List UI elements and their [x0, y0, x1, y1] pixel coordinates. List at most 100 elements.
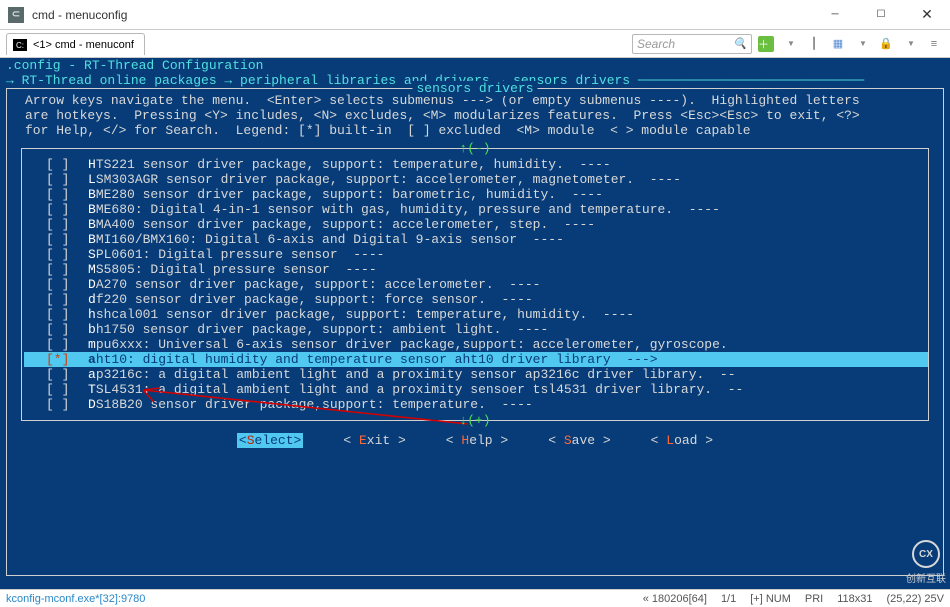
menu-checkbox[interactable]: [ ]	[46, 262, 88, 277]
menu-hotkey: S	[88, 247, 96, 262]
menu-hotkey: H	[88, 157, 96, 172]
menu-label: MA400 sensor driver package, support: ac…	[96, 217, 595, 232]
status-cursor: (25,22) 25V	[887, 593, 944, 605]
help-text: Arrow keys navigate the menu. <Enter> se…	[7, 89, 943, 144]
menu-label: p3216c: a digital ambient light and a pr…	[96, 367, 736, 382]
menu-label: TS221 sensor driver package, support: te…	[96, 157, 611, 172]
menu-hotkey: d	[88, 292, 96, 307]
menu-checkbox[interactable]: [ ]	[46, 397, 88, 412]
scroll-up-indicator: ↑(-)	[459, 141, 490, 156]
lock-button[interactable]: 🔒	[876, 34, 896, 54]
menu-item-1[interactable]: [ ] LSM303AGR sensor driver package, sup…	[46, 172, 924, 187]
select-button[interactable]: <Select>	[237, 433, 303, 448]
menu-checkbox[interactable]: [ ]	[46, 277, 88, 292]
menu-item-4[interactable]: [ ] BMA400 sensor driver package, suppor…	[46, 217, 924, 232]
menu-label: h1750 sensor driver package, support: am…	[96, 322, 548, 337]
search-icon: 🔍	[733, 37, 747, 50]
menu-label: f220 sensor driver package, support: for…	[96, 292, 533, 307]
layout-dropdown[interactable]: ▼	[852, 34, 872, 54]
terminal: .config - RT-Thread Configuration → RT-T…	[0, 58, 950, 589]
menu-frame: ↑(-) [ ] HTS221 sensor driver package, s…	[21, 148, 929, 421]
menu-hotkey: a	[88, 352, 96, 367]
menu-item-9[interactable]: [ ] df220 sensor driver package, support…	[46, 292, 924, 307]
menu-checkbox[interactable]: [ ]	[46, 172, 88, 187]
menu-label: MI160/BMX160: Digital 6-axis and Digital…	[96, 232, 564, 247]
menu-item-0[interactable]: [ ] HTS221 sensor driver package, suppor…	[46, 157, 924, 172]
lock-dropdown[interactable]: ▼	[900, 34, 920, 54]
menu-checkbox[interactable]: [ ]	[46, 382, 88, 397]
scroll-down-indicator: ↓(+)	[459, 413, 490, 428]
exit-button[interactable]: < Exit >	[343, 433, 405, 448]
maximize-button[interactable]: ☐	[858, 0, 904, 29]
new-tab-dropdown[interactable]: ▼	[780, 34, 800, 54]
menu-label: shcal001 sensor driver package, support:…	[96, 307, 634, 322]
menu-checkbox[interactable]: [*]	[46, 352, 88, 367]
window-titlebar: ⊂ cmd - menuconfig ─ ☐ ✕	[0, 0, 950, 30]
minimize-button[interactable]: ─	[812, 0, 858, 29]
menu-item-10[interactable]: [ ] hshcal001 sensor driver package, sup…	[46, 307, 924, 322]
menu-checkbox[interactable]: [ ]	[46, 337, 88, 352]
button-row: <Select> < Exit > < Help > < Save > < Lo…	[7, 427, 943, 456]
status-bar: kconfig-mconf.exe*[32]:9780 « 180206[64]…	[0, 589, 950, 607]
help-button[interactable]: < Help >	[446, 433, 508, 448]
status-caps: [+] NUM	[750, 593, 791, 605]
menu-hotkey: b	[88, 322, 96, 337]
menu-checkbox[interactable]: [ ]	[46, 217, 88, 232]
new-tab-button[interactable]: ＋	[756, 34, 776, 54]
menu-item-2[interactable]: [ ] BME280 sensor driver package, suppor…	[46, 187, 924, 202]
window-controls: ─ ☐ ✕	[812, 0, 950, 29]
menu-checkbox[interactable]: [ ]	[46, 232, 88, 247]
menu-checkbox[interactable]: [ ]	[46, 247, 88, 262]
search-input[interactable]: Search 🔍	[632, 34, 752, 54]
menu-label: PL0601: Digital pressure sensor ----	[96, 247, 385, 262]
menu-checkbox[interactable]: [ ]	[46, 157, 88, 172]
cmd-icon: C:	[13, 39, 27, 51]
menu-item-12[interactable]: [ ] mpu6xxx: Universal 6-axis sensor dri…	[46, 337, 924, 352]
menu-list[interactable]: [ ] HTS221 sensor driver package, suppor…	[26, 153, 924, 416]
menu-hotkey: T	[88, 382, 96, 397]
menu-item-8[interactable]: [ ] DA270 sensor driver package, support…	[46, 277, 924, 292]
menu-button[interactable]: ≡	[924, 34, 944, 54]
status-position: 1/1	[721, 593, 736, 605]
menu-checkbox[interactable]: [ ]	[46, 292, 88, 307]
menu-item-7[interactable]: [ ] MS5805: Digital pressure sensor ----	[46, 262, 924, 277]
menu-hotkey: B	[88, 232, 96, 247]
config-header: .config - RT-Thread Configuration	[0, 58, 950, 73]
menu-item-3[interactable]: [ ] BME680: Digital 4-in-1 sensor with g…	[46, 202, 924, 217]
menu-label: S5805: Digital pressure sensor ----	[96, 262, 377, 277]
menu-label: SM303AGR sensor driver package, support:…	[96, 172, 681, 187]
menu-item-14[interactable]: [ ] ap3216c: a digital ambient light and…	[46, 367, 924, 382]
menu-checkbox[interactable]: [ ]	[46, 322, 88, 337]
menu-checkbox[interactable]: [ ]	[46, 307, 88, 322]
menu-label: SL4531: a digital ambient light and a pr…	[96, 382, 744, 397]
menu-hotkey: h	[88, 307, 96, 322]
menu-checkbox[interactable]: [ ]	[46, 367, 88, 382]
menu-checkbox[interactable]: [ ]	[46, 187, 88, 202]
menu-hotkey: a	[88, 367, 96, 382]
menu-item-5[interactable]: [ ] BMI160/BMX160: Digital 6-axis and Di…	[46, 232, 924, 247]
tab-cmd[interactable]: C: <1> cmd - menuconf	[6, 33, 145, 55]
menu-item-15[interactable]: [ ] TSL4531: a digital ambient light and…	[46, 382, 924, 397]
menu-item-16[interactable]: [ ] DS18B20 sensor driver package,suppor…	[46, 397, 924, 412]
layout-button[interactable]: ▦	[828, 34, 848, 54]
menu-hotkey: D	[88, 277, 96, 292]
menu-label: A270 sensor driver package, support: acc…	[96, 277, 541, 292]
save-button[interactable]: < Save >	[548, 433, 610, 448]
menu-label: ME280 sensor driver package, support: ba…	[96, 187, 603, 202]
close-button[interactable]: ✕	[904, 0, 950, 29]
menu-hotkey: D	[88, 397, 96, 412]
window-title: cmd - menuconfig	[32, 8, 812, 22]
menu-label: pu6xxx: Universal 6-axis sensor driver p…	[96, 337, 728, 352]
load-button[interactable]: < Load >	[651, 433, 713, 448]
status-pri: PRI	[805, 593, 823, 605]
menu-label: ME680: Digital 4-in-1 sensor with gas, h…	[96, 202, 720, 217]
menu-hotkey: B	[88, 202, 96, 217]
tab-bar: C: <1> cmd - menuconf Search 🔍 ＋ ▼ ┃ ▦ ▼…	[0, 30, 950, 58]
menu-item-6[interactable]: [ ] SPL0601: Digital pressure sensor ---…	[46, 247, 924, 262]
menu-hotkey: m	[88, 337, 96, 352]
menu-hotkey: B	[88, 187, 96, 202]
app-icon: ⊂	[8, 7, 24, 23]
menu-item-13[interactable]: [*] aht10: digital humidity and temperat…	[24, 352, 928, 367]
menu-checkbox[interactable]: [ ]	[46, 202, 88, 217]
menu-item-11[interactable]: [ ] bh1750 sensor driver package, suppor…	[46, 322, 924, 337]
